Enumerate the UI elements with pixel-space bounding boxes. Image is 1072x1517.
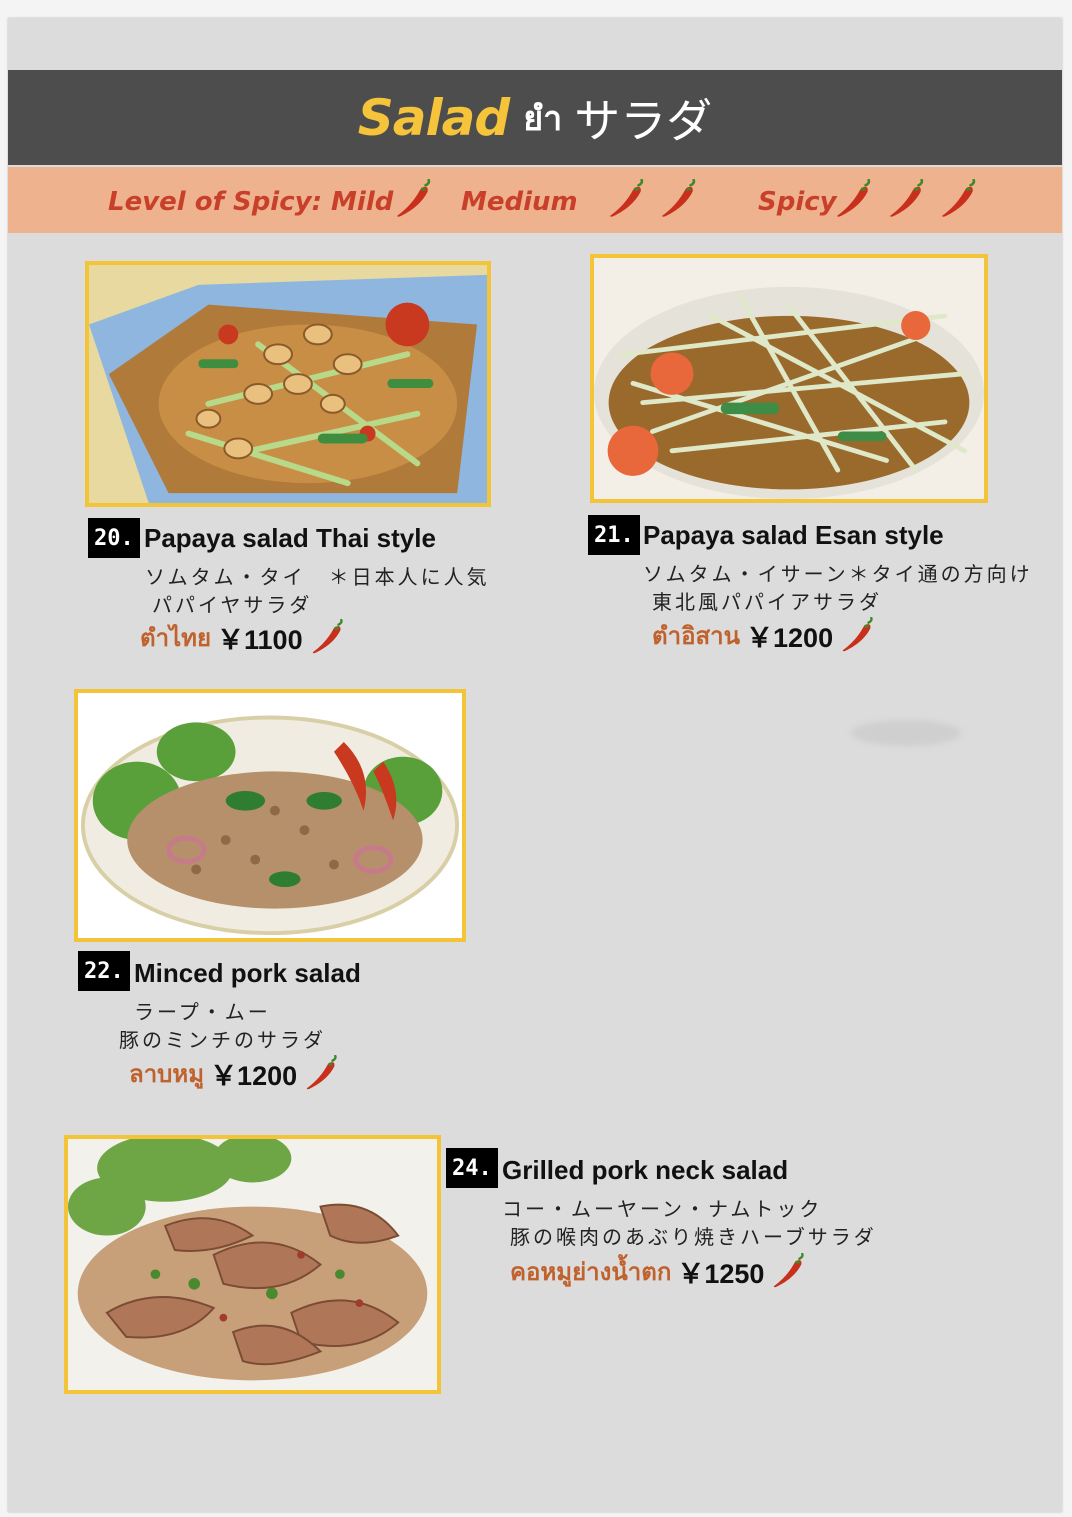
title-thai: ยำ [523,98,563,139]
dish-name: Grilled pork neck salad [502,1155,789,1185]
dish-japanese-name: コー・ムーヤーン・ナムトック [502,1197,823,1221]
spicy-label-spicy: Spicy [758,187,837,217]
menu-page: Salad ยำ サラダ Level of Spicy: Mild Medium… [8,18,1062,1512]
chili-icon [833,179,875,221]
chili-icon [886,179,928,221]
chili-icon [658,179,700,221]
grilled-pork-neck-salad-photo [64,1135,441,1394]
dish-number: 20. [88,518,140,558]
dish-price-row: ตำอิสาน ￥1200 [652,616,877,655]
dish-thai-name: ลาบหมู [129,1060,205,1088]
title-japanese: サラダ [574,93,713,148]
dish-price: ￥1250 [677,1259,765,1289]
chili-icon [938,179,980,221]
dish-name: Minced pork salad [134,958,361,988]
dish-thai-name: ตำอิสาน [652,622,741,650]
dish-price-row: คอหมูย่างน้ำตก ￥1250 [510,1252,808,1291]
dish-price-row: ตำไทย ￥1100 [140,618,347,657]
minced-pork-salad-photo [74,689,466,942]
dish-japanese-name: ソムタム・タイ ＊日本人に人気 [145,565,490,589]
chili-icon [303,1055,341,1093]
chili-icon [309,619,347,657]
title-english: Salad [357,88,510,147]
title-bar: Salad ยำ サラダ [8,70,1062,165]
dish-number: 22. [78,951,130,991]
spicy-level-legend: Level of Spicy: Mild Medium Spicy [8,167,1062,233]
dish-japanese-description: 豚のミンチのサラダ [119,1028,326,1052]
papaya-salad-esan-photo [590,254,988,503]
dish-japanese-name: ソムタム・イサーン＊タイ通の方向け [643,562,1033,586]
dish-japanese-name: ラープ・ムー [134,1000,271,1024]
dish-name: Papaya salad Esan style [643,520,944,550]
dish-thai-name: คอหมูย่างน้ำตก [510,1258,672,1286]
papaya-salad-thai-photo [85,261,491,507]
dish-japanese-description: 豚の喉肉のあぶり焼きハーブサラダ [510,1225,877,1249]
spicy-label-medium: Medium [461,187,578,217]
dish-japanese-description: 東北風パパイアサラダ [652,590,882,614]
spicy-label-mild: Level of Spicy: Mild [108,187,394,217]
dish-price: ￥1200 [746,623,834,653]
background-smudge [851,720,961,746]
dish-price-row: ลาบหมู ￥1200 [129,1054,341,1093]
dish-price: ￥1200 [210,1061,298,1091]
dish-japanese-description: パパイヤサラダ [152,593,313,617]
dish-number: 21. [588,515,640,555]
chili-icon [606,179,648,221]
dish-price: ￥1100 [217,625,303,655]
dish-thai-name: ตำไทย [140,624,212,652]
dish-name: Papaya salad Thai style [144,523,436,553]
chili-icon [393,179,435,221]
dish-number: 24. [446,1148,498,1188]
chili-icon [770,1253,808,1291]
chili-icon [839,617,877,655]
